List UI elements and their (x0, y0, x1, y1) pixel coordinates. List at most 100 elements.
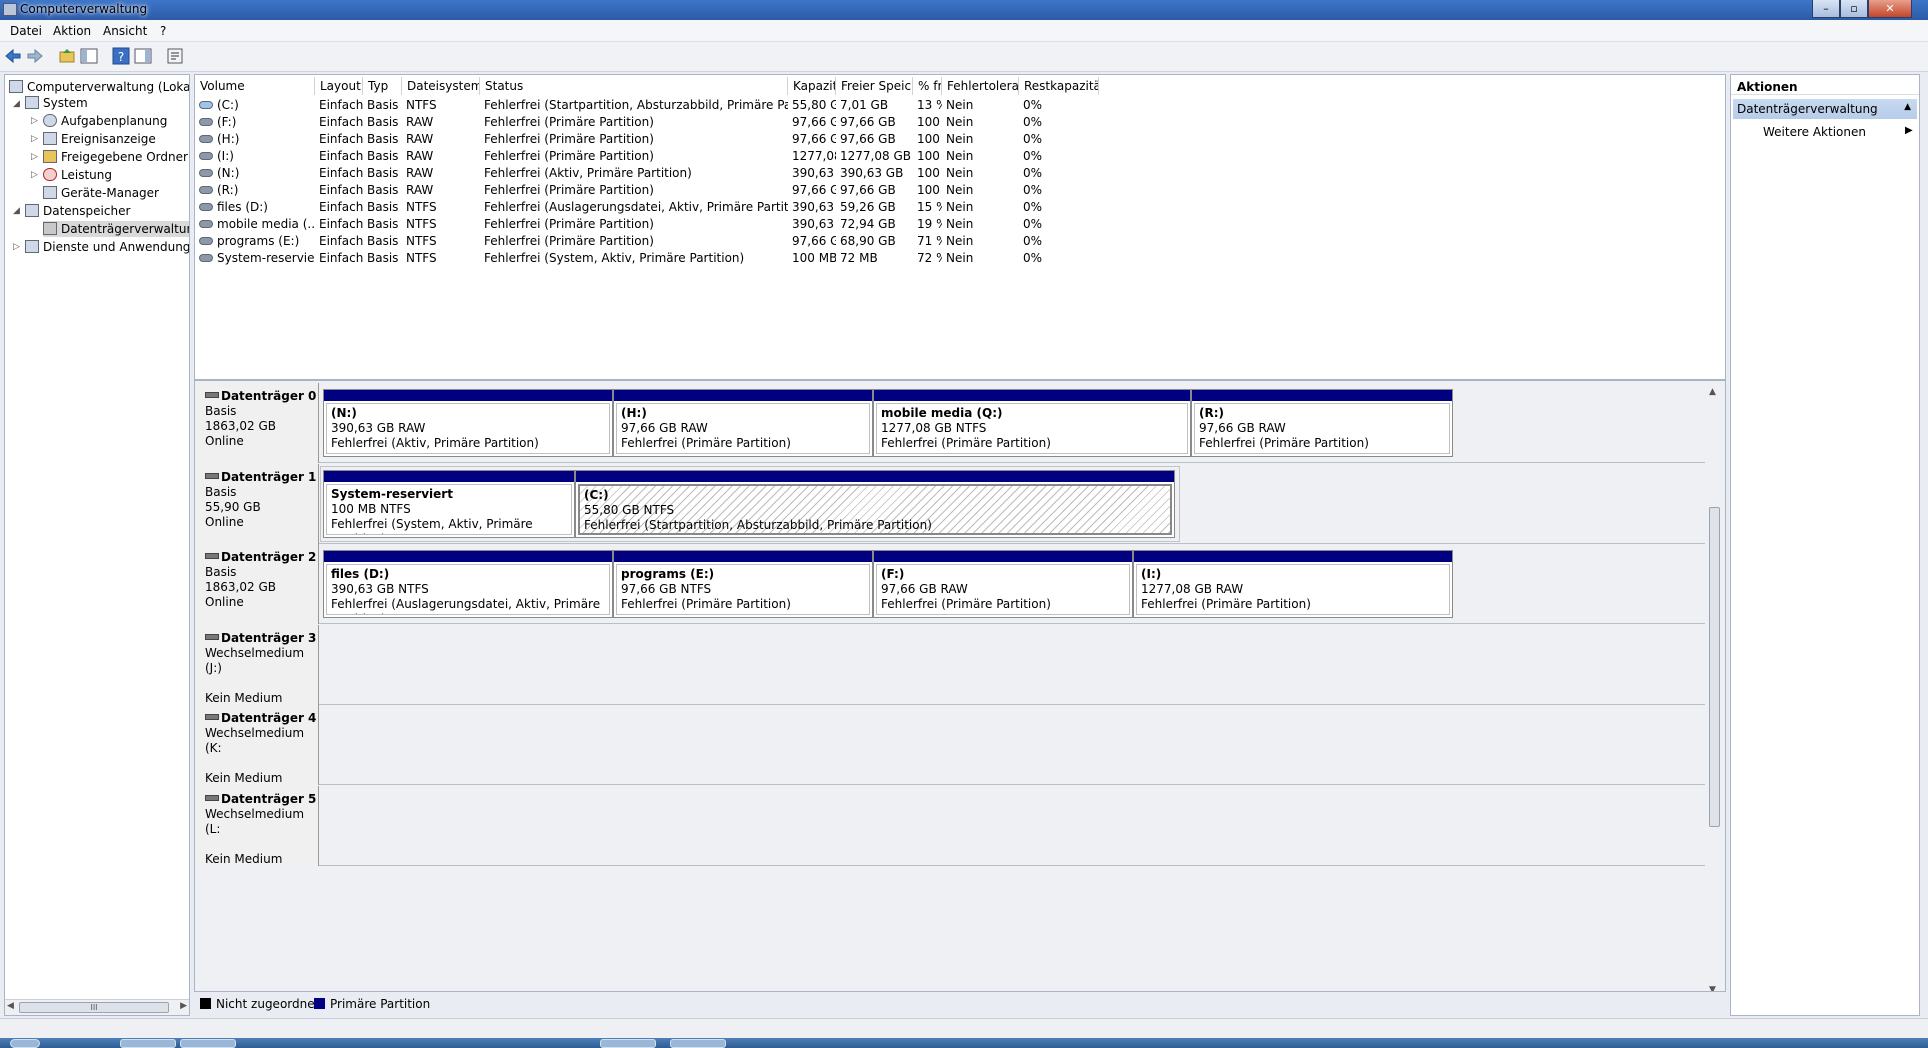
tree-item-root[interactable]: Computerverwaltung (Lokal) (9, 79, 189, 95)
table-cell: 0% (1023, 200, 1043, 214)
volume-name-cell: System-reserviert (199, 250, 315, 267)
tree-item-event-viewer[interactable]: Ereignisanzeige (43, 131, 156, 147)
taskbar-button[interactable] (670, 1039, 726, 1048)
scroll-down-icon[interactable]: ▼ (1709, 985, 1716, 991)
tree-item-shared-folders[interactable]: Freigegebene Ordner (43, 149, 188, 165)
partition-status: Fehlerfrei (Startpartition, Absturzabbil… (584, 517, 932, 532)
column-header[interactable]: Volume (195, 77, 315, 95)
up-folder-icon[interactable] (58, 47, 76, 65)
table-cell: 97,66 GB (792, 115, 836, 129)
partition-block[interactable]: (N:) 390,63 GB RAW Fehlerfrei (Aktiv, Prim… (323, 389, 613, 457)
tree-item-services[interactable]: Dienste und Anwendungen (25, 239, 189, 255)
table-row[interactable]: programs (E:) Einfach Basis NTFS Fehlerfrei … (195, 233, 1725, 250)
column-header[interactable]: % frei (913, 77, 942, 95)
scroll-left-icon[interactable]: ◀ (7, 1001, 14, 1011)
disk-label[interactable]: Datenträger 1 Basis 55,90 GB Online (195, 463, 319, 544)
partition-size: 100 MB NTFS (331, 501, 411, 516)
menu-help[interactable]: ? (160, 24, 166, 38)
expand-arrow-icon[interactable]: ▷ (13, 242, 20, 252)
menu-action[interactable]: Aktion (53, 24, 91, 38)
table-row[interactable]: (H:) Einfach Basis RAW Fehlerfrei (Primäre P… (195, 131, 1725, 148)
table-cell: 0% (1023, 115, 1043, 129)
disk-label[interactable]: Datenträger 0 Basis 1863,02 GB Online (195, 383, 319, 463)
start-button[interactable] (10, 1039, 40, 1048)
tree-item-storage[interactable]: Datenspeicher (25, 203, 130, 219)
menu-file[interactable]: Datei (10, 24, 42, 38)
partition-block[interactable]: (I:) 1277,08 GB RAW Fehlerfrei (Primäre Pa… (1133, 550, 1453, 618)
disk-label[interactable]: Datenträger 2 Basis 1863,02 GB Online (195, 544, 319, 624)
tree-horizontal-scrollbar[interactable]: ◀ III ▶ (5, 999, 189, 1015)
partition-block[interactable]: (F:) 97,66 GB RAW Fehlerfrei (Primäre Part… (873, 550, 1133, 618)
table-cell: 68,90 GB (840, 234, 896, 248)
maximize-button[interactable]: ▫ (1840, 0, 1868, 18)
disk-view-scrollbar[interactable]: ▲ ▼ (1707, 387, 1721, 991)
table-cell: Einfach (319, 149, 363, 163)
column-header[interactable]: Status (480, 77, 788, 95)
scroll-right-icon[interactable]: ▶ (180, 1001, 187, 1011)
column-header[interactable]: Dateisystem (402, 77, 480, 95)
disk-label[interactable]: Datenträger 5 Wechselmedium (L: Kein Mediu… (195, 785, 319, 866)
expand-arrow-icon[interactable]: ▷ (31, 170, 38, 180)
show-hide-tree-icon[interactable] (80, 47, 98, 65)
collapse-icon[interactable]: ▲ (1904, 102, 1911, 112)
table-cell: Fehlerfrei (Primäre Partition) (484, 115, 654, 129)
tree-item-task-scheduler[interactable]: Aufgabenplanung (43, 113, 167, 129)
actions-section-disk-management[interactable]: Datenträgerverwaltung ▲ (1733, 99, 1917, 119)
table-row[interactable]: mobile media (... Einfach Basis NTFS Fehlerf… (195, 216, 1725, 233)
show-hide-action-pane-icon[interactable] (134, 47, 152, 65)
close-button[interactable]: ✕ (1868, 0, 1912, 18)
forward-arrow-icon[interactable] (26, 47, 44, 65)
more-actions-item[interactable]: Weitere Aktionen (1763, 125, 1866, 139)
table-row[interactable]: (N:) Einfach Basis RAW Fehlerfrei (Aktiv, Pr… (195, 165, 1725, 182)
collapse-arrow-icon[interactable]: ◢ (13, 206, 20, 216)
tree-item-performance[interactable]: Leistung (43, 167, 112, 183)
expand-arrow-icon[interactable]: ▷ (31, 116, 38, 126)
table-row[interactable]: (C:) Einfach Basis NTFS Fehlerfrei (Startpar… (195, 97, 1725, 114)
table-row[interactable]: (R:) Einfach Basis RAW Fehlerfrei (Primäre P… (195, 182, 1725, 199)
table-row[interactable]: System-reserviert Einfach Basis NTFS Fehlerf… (195, 250, 1725, 267)
scroll-up-icon[interactable]: ▲ (1709, 387, 1716, 397)
help-icon[interactable]: ? (112, 47, 130, 65)
taskbar-button[interactable] (120, 1039, 176, 1048)
services-icon (25, 240, 39, 253)
scroll-thumb[interactable]: III (19, 1002, 169, 1013)
disk-label[interactable]: Datenträger 4 Wechselmedium (K: Kein Mediu… (195, 705, 319, 785)
expand-arrow-icon[interactable]: ▷ (31, 152, 38, 162)
disk-name: Datenträger 4 (221, 711, 317, 725)
back-arrow-icon[interactable] (4, 47, 22, 65)
collapse-arrow-icon[interactable]: ◢ (13, 99, 20, 109)
column-header[interactable]: Layout (315, 77, 363, 95)
partition-status: Fehlerfrei (Primäre Partition) (1141, 597, 1311, 611)
partition-name: (N:) (331, 406, 357, 420)
table-row[interactable]: (I:) Einfach Basis RAW Fehlerfrei (Primäre P… (195, 148, 1725, 165)
taskbar-button[interactable] (180, 1039, 236, 1048)
column-header[interactable]: Freier Speicher (836, 77, 913, 95)
partition-block[interactable]: (H:) 97,66 GB RAW Fehlerfrei (Primäre Part… (613, 389, 873, 457)
column-header[interactable]: Kapazität (788, 77, 836, 95)
partition-block[interactable]: System-reserviert 100 MB NTFS Fehlerfrei (… (323, 469, 575, 538)
table-row[interactable]: files (D:) Einfach Basis NTFS Fehlerfrei (Au… (195, 199, 1725, 216)
column-header[interactable]: Restkapazität (1019, 77, 1099, 95)
expand-arrow-icon[interactable]: ▷ (31, 134, 38, 144)
properties-icon[interactable] (166, 47, 184, 65)
table-cell: 0% (1023, 217, 1043, 231)
partition-block[interactable]: (R:) 97,66 GB RAW Fehlerfrei (Primäre Part… (1191, 389, 1453, 457)
tree-item-disk-management[interactable]: Datenträgerverwaltung (43, 221, 189, 237)
navigation-tree: Computerverwaltung (Lokal) ◢ System ▷ Au… (4, 74, 190, 1016)
partition-block[interactable]: programs (E:) 97,66 GB NTFS Fehlerfrei (Pr… (613, 550, 873, 618)
minimize-button[interactable]: – (1812, 0, 1840, 18)
table-cell: Einfach (319, 132, 363, 146)
table-row[interactable]: (F:) Einfach Basis RAW Fehlerfrei (Primäre P… (195, 114, 1725, 131)
tree-item-system[interactable]: System (25, 95, 88, 111)
disk-label[interactable]: Datenträger 3 Wechselmedium (J:) Kein Medi… (195, 624, 319, 705)
column-header[interactable]: Fehlertoleranz (942, 77, 1019, 95)
menu-view[interactable]: Ansicht (103, 24, 147, 38)
partition-block[interactable]: mobile media (Q:) 1277,08 GB NTFS Fehlerfr… (873, 389, 1191, 457)
partition-block[interactable]: (C:) 55,80 GB NTFS Fehlerfrei (Startpartit… (575, 469, 1175, 538)
partition-block[interactable]: files (D:) 390,63 GB NTFS Fehlerfrei (Ausl… (323, 550, 613, 618)
status-bar (0, 1018, 1928, 1038)
column-header[interactable]: Typ (363, 77, 402, 95)
taskbar-button[interactable] (600, 1039, 656, 1048)
tree-item-device-manager[interactable]: Geräte-Manager (43, 185, 159, 201)
scroll-thumb[interactable] (1709, 507, 1720, 827)
